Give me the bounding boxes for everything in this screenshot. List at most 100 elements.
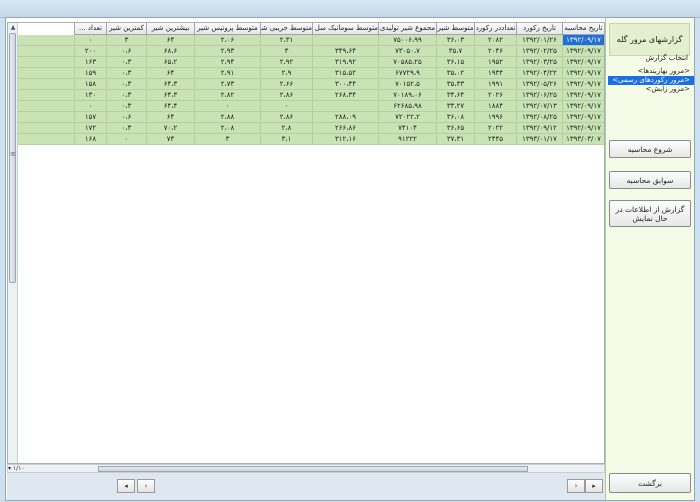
table-cell[interactable]: ۱۳۹۲/۰۹/۱۷ <box>562 112 604 122</box>
table-cell[interactable]: ۳۳،۲۷ <box>436 101 474 111</box>
column-header[interactable]: متوسط جریبی شیر <box>260 23 312 35</box>
table-cell[interactable]: ۱۹۵۲ <box>474 57 516 67</box>
table-row[interactable]: ۱۳۹۲/۰۹/۱۷ ۱۳۹۲/۰۲/۲۵ ۲۰۴۶ ۳۵،۷ ۷۳۰۵۰،۷ ۳۴۹،۶… <box>18 46 604 57</box>
table-cell[interactable]: ۳۵،۰۲ <box>436 68 474 78</box>
table-cell[interactable]: ۲،۹۴ <box>194 57 260 67</box>
table-cell[interactable]: ۶۸،۶ <box>146 46 194 56</box>
table-cell[interactable]: ۱۹۹۶ <box>474 112 516 122</box>
table-cell[interactable]: ۲۸۸،۰۹ <box>312 112 378 122</box>
column-header[interactable]: مجموع شیر تولیدی <box>378 23 436 35</box>
last-record-button[interactable]: ▸ <box>585 479 603 493</box>
records-grid[interactable]: ▲ ≡ تاریخ محاسبه تاریخ رکورد تعداددر رکورد… <box>7 22 605 464</box>
table-cell[interactable]: ۲۰۴۶ <box>474 46 516 56</box>
table-cell[interactable]: ۶۴،۴ <box>146 101 194 111</box>
table-cell[interactable]: ۰،۳ <box>106 90 146 100</box>
column-header[interactable]: متوسط پروتیس شیر <box>194 23 260 35</box>
table-cell[interactable]: ۰،۳ <box>106 101 146 111</box>
table-row[interactable]: ۱۳۹۲/۰۹/۱۷ ۱۳۹۲/۰۳/۲۵ ۱۹۵۲ ۳۶،۱۵ ۷۰۵۸۵،۲۵ ۳۱۹… <box>18 57 604 68</box>
table-cell[interactable]: ۷۳ <box>146 134 194 144</box>
table-cell[interactable]: ۳۱۲،۱۶ <box>312 134 378 144</box>
table-cell[interactable]: ۰،۳ <box>106 123 146 133</box>
table-cell[interactable]: ۲۰۲۲ <box>474 123 516 133</box>
table-cell[interactable]: ۳۵،۳۳ <box>436 79 474 89</box>
table-cell[interactable]: ۳ <box>106 35 146 45</box>
table-cell[interactable]: ۲،۹۳ <box>194 46 260 56</box>
table-cell[interactable]: ۰ <box>194 101 260 111</box>
table-cell[interactable]: ۳۱۹،۹۲ <box>312 57 378 67</box>
table-cell[interactable]: ۱۳۹۲/۰۵/۲۶ <box>516 79 562 89</box>
table-cell[interactable]: ۲،۹ <box>260 68 312 78</box>
table-cell[interactable]: ۰،۶ <box>106 46 146 56</box>
prev-record-button[interactable]: ‹ <box>137 479 155 493</box>
table-cell[interactable]: ۱۹۹۱ <box>474 79 516 89</box>
horizontal-scrollbar[interactable]: ▾ ۱/۱۰ <box>7 464 605 473</box>
column-header[interactable]: تعداد ... <box>74 23 106 35</box>
table-cell[interactable]: ۲۰۸۲ <box>474 35 516 45</box>
table-cell[interactable]: ۳۴۹،۶۴ <box>312 46 378 56</box>
table-cell[interactable]: ۱۳۰ <box>74 90 106 100</box>
table-cell[interactable]: ۱۹۳۴ <box>474 68 516 78</box>
table-cell[interactable]: ۱۳۹۲/۰۹/۱۲ <box>516 123 562 133</box>
table-row[interactable]: ۱۳۹۲/۰۹/۱۷ ۱۳۹۲/۰۹/۱۲ ۲۰۲۲ ۳۶،۶۵ ۷۴۱۰۴ ۲۶۶،۸۶… <box>18 123 604 134</box>
table-cell[interactable]: ۱۵۸ <box>74 79 106 89</box>
table-cell[interactable] <box>312 35 378 45</box>
table-cell[interactable]: ۰ <box>106 134 146 144</box>
table-cell[interactable]: ۱۳۹۳/۰۳/۰۷ <box>562 134 604 144</box>
table-cell[interactable]: ۱۳۹۳/۰۱/۱۷ <box>516 134 562 144</box>
table-cell[interactable]: ۱۳۹۲/۰۹/۱۷ <box>562 68 604 78</box>
table-cell[interactable]: ۲۶۶،۸۶ <box>312 123 378 133</box>
first-record-button[interactable]: ◂ <box>117 479 135 493</box>
table-cell[interactable]: ۳۰۰،۴۴ <box>312 79 378 89</box>
table-cell[interactable]: ۶۲۶۸۵،۹۸ <box>378 101 436 111</box>
table-cell[interactable]: ۳۱۵،۵۲ <box>312 68 378 78</box>
table-cell[interactable]: ۲،۸۶ <box>260 112 312 122</box>
column-header[interactable]: کمترین شیر <box>106 23 146 35</box>
calculation-history-button[interactable]: سوابق محاسبه <box>609 171 691 189</box>
table-cell[interactable]: ۶۷۷۲۹،۹ <box>378 68 436 78</box>
table-row[interactable]: ۱۳۹۲/۰۹/۱۷ ۱۳۹۲/۰۷/۱۳ ۱۸۸۴ ۳۳،۲۷ ۶۲۶۸۵،۹۸ ۰ ۰ ۶… <box>18 101 604 112</box>
table-cell[interactable]: ۰ <box>74 101 106 111</box>
table-cell[interactable]: ۷۰۱۸۹،۰۶ <box>378 90 436 100</box>
report-list-item[interactable]: <مرور زایش> <box>608 85 694 94</box>
table-cell[interactable]: ۱۳۹۲/۰۹/۱۷ <box>562 79 604 89</box>
table-cell[interactable]: ۲،۰۸ <box>194 123 260 133</box>
hscrollbar-thumb[interactable] <box>98 466 528 472</box>
table-cell[interactable]: ۳۶،۱۵ <box>436 57 474 67</box>
table-cell[interactable]: ۱۵۷ <box>74 112 106 122</box>
table-row[interactable]: ۱۳۹۲/۰۹/۱۷ ۱۳۹۲/۰۴/۲۲ ۱۹۳۴ ۳۵،۰۲ ۶۷۷۲۹،۹ ۳۱۵،… <box>18 68 604 79</box>
table-cell[interactable]: ۱۳۹۲/۰۸/۲۵ <box>516 112 562 122</box>
scrollbar-thumb[interactable] <box>9 33 16 283</box>
table-cell[interactable]: ۱۷۲ <box>74 123 106 133</box>
table-cell[interactable]: ۱۳۹۲/۰۹/۱۷ <box>562 101 604 111</box>
table-cell[interactable]: ۱۳۹۲/۰۷/۱۳ <box>516 101 562 111</box>
start-calculation-button[interactable]: شروع محاسبه <box>609 140 691 158</box>
table-cell[interactable]: ۱۳۹۲/۰۹/۱۷ <box>562 123 604 133</box>
table-cell[interactable]: ۱۳۹۲/۰۹/۱۷ <box>562 90 604 100</box>
column-header[interactable]: متوسط سوماتیک سل کانت <box>312 23 378 35</box>
table-cell[interactable]: ۷۵۰۰۶،۹۹ <box>378 35 436 45</box>
table-cell[interactable]: ۶۴،۳ <box>146 90 194 100</box>
column-header[interactable]: متوسط شیر <box>436 23 474 35</box>
table-cell[interactable]: ۰،۶ <box>106 112 146 122</box>
table-cell[interactable]: ۱۶۸ <box>74 134 106 144</box>
table-cell[interactable]: ۲۰۰ <box>74 46 106 56</box>
table-row[interactable]: ۱۳۹۲/۰۹/۱۷ ۱۳۹۲/۰۵/۲۶ ۱۹۹۱ ۳۵،۳۳ ۷۰۱۵۲،۵ ۳۰۰،… <box>18 79 604 90</box>
table-cell[interactable]: ۰ <box>74 35 106 45</box>
table-row[interactable]: ۱۳۹۲/۰۹/۱۷ ۱۳۹۲/۰۶/۲۵ ۲۰۲۶ ۳۴،۶۴ ۷۰۱۸۹،۰۶ ۲۶۸… <box>18 90 604 101</box>
table-cell[interactable]: ۳۶،۰۳ <box>436 35 474 45</box>
table-cell[interactable]: ۲،۸۲ <box>194 90 260 100</box>
table-row[interactable]: ۱۳۹۳/۰۳/۰۷ ۱۳۹۳/۰۱/۱۷ ۲۴۴۵ ۳۷،۳۱ ۹۱۲۲۲ ۳۱۲،۱۶… <box>18 134 604 145</box>
table-cell[interactable]: ۰ <box>260 101 312 111</box>
table-cell[interactable]: ۱۳۹۲/۰۹/۱۷ <box>562 35 604 45</box>
table-cell[interactable]: ۱۳۹۲/۰۶/۲۵ <box>516 90 562 100</box>
table-cell[interactable]: ۹۱۲۲۲ <box>378 134 436 144</box>
back-button[interactable]: برگشت <box>609 473 691 493</box>
table-cell[interactable]: ۶۴،۳ <box>146 79 194 89</box>
table-cell[interactable]: ۰،۳ <box>106 68 146 78</box>
table-cell[interactable]: ۳،۱ <box>260 134 312 144</box>
table-cell[interactable]: ۲۶۸،۳۴ <box>312 90 378 100</box>
table-cell[interactable]: ۱۳۹۲/۰۱/۲۶ <box>516 35 562 45</box>
table-cell[interactable]: ۷۳۰۵۰،۷ <box>378 46 436 56</box>
table-cell[interactable]: ۳ <box>260 46 312 56</box>
table-cell[interactable]: ۱۳۹۲/۰۲/۲۵ <box>516 46 562 56</box>
